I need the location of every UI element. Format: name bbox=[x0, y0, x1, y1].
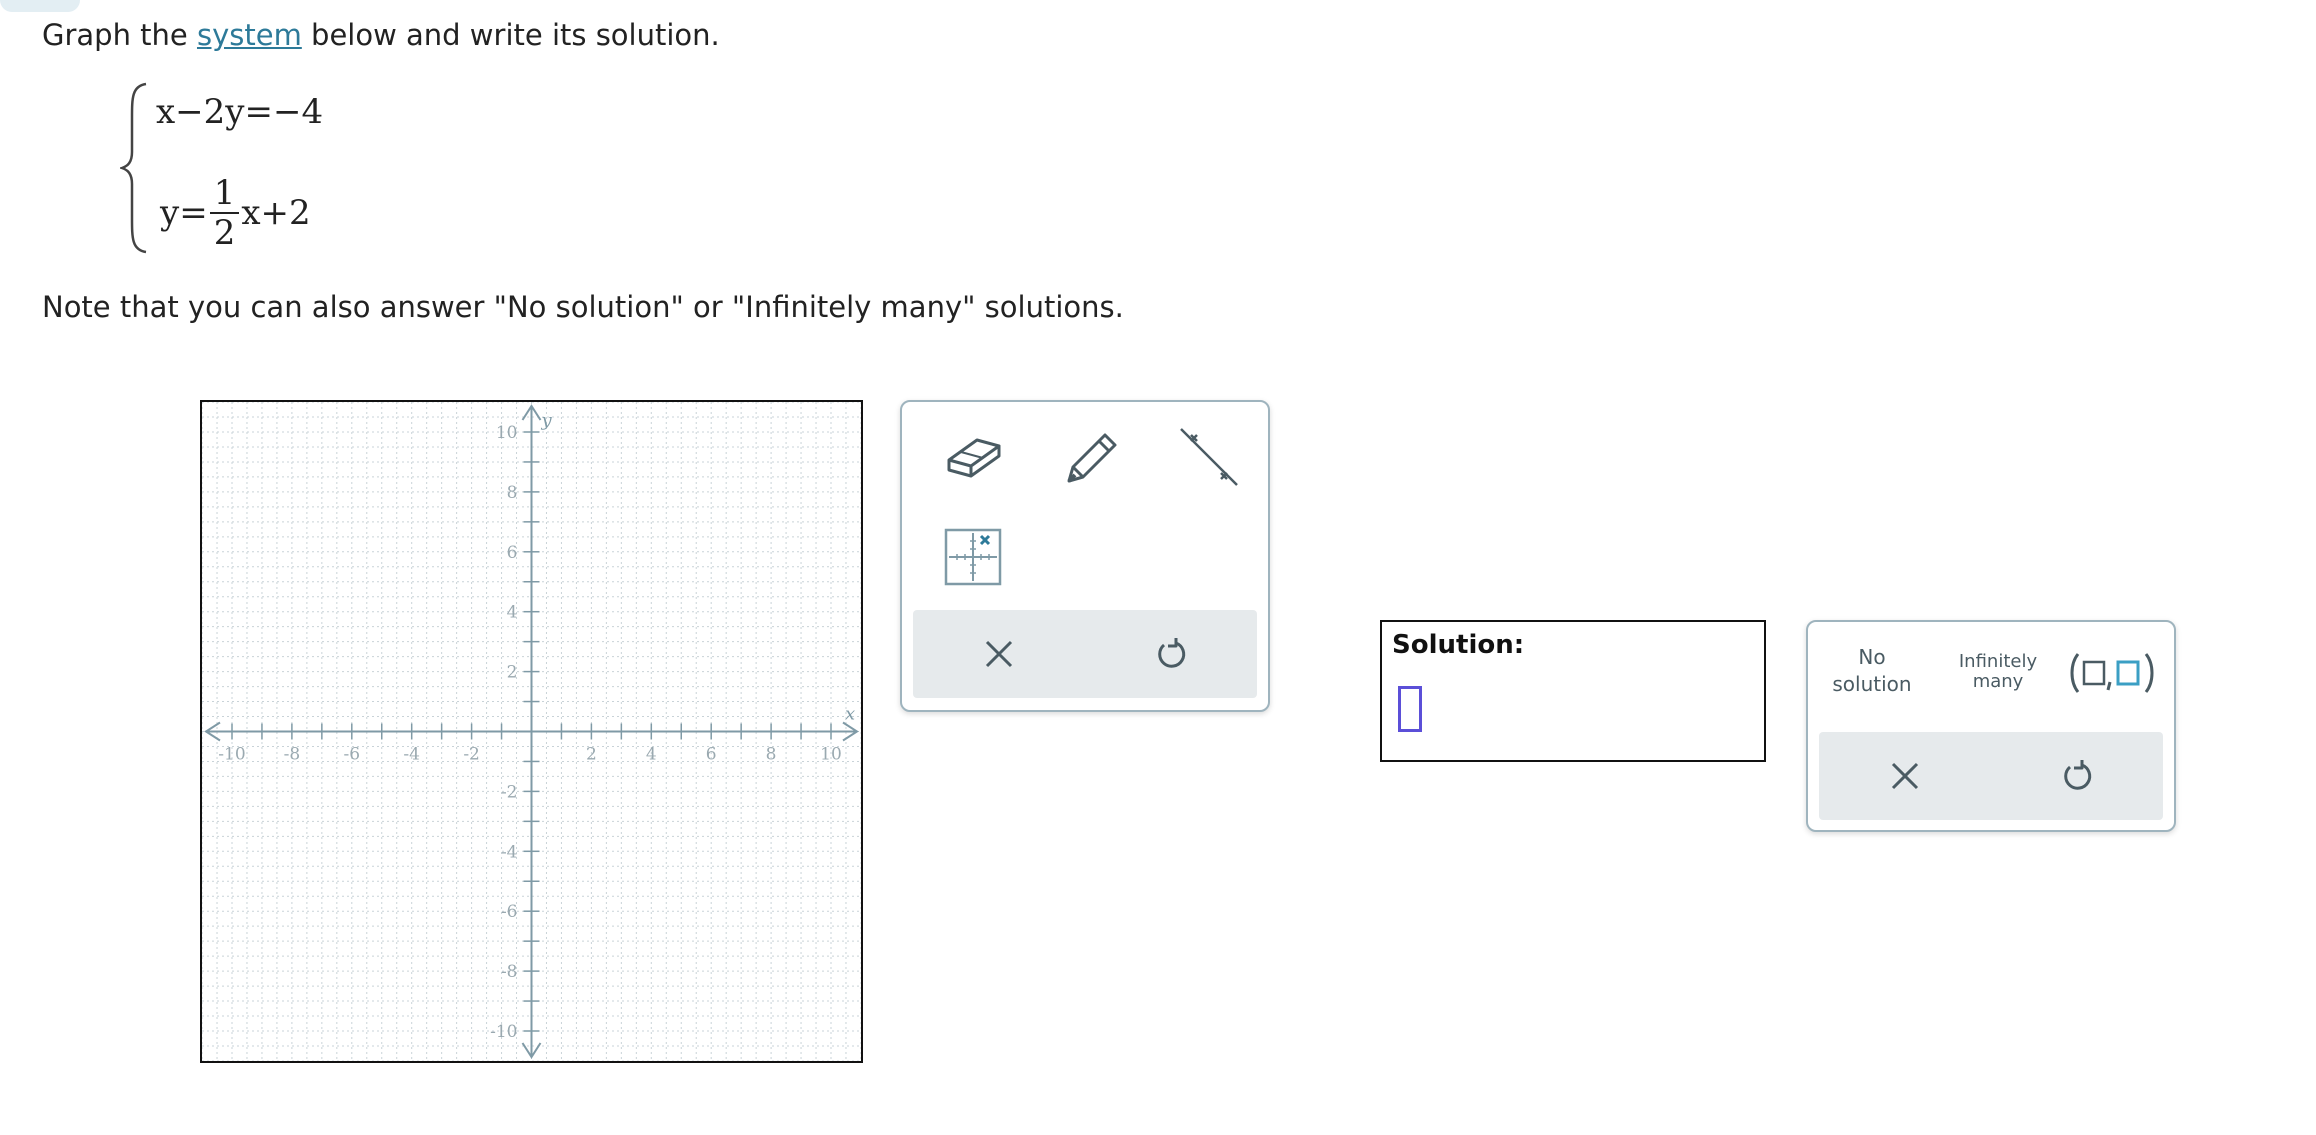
eraser-tool[interactable] bbox=[938, 422, 1008, 492]
y-tick-label: 8 bbox=[507, 483, 518, 503]
x-tick-label: 8 bbox=[766, 745, 777, 765]
answer-input-slot[interactable] bbox=[1398, 686, 1422, 732]
close-icon bbox=[985, 640, 1013, 668]
equation-system: x−2y=−4 y= 1 2 x+2 bbox=[120, 78, 420, 258]
undo-icon bbox=[1158, 638, 1186, 668]
pencil-icon bbox=[1067, 433, 1117, 483]
pencil-tool[interactable] bbox=[1056, 422, 1126, 492]
x-tick-label: 6 bbox=[706, 745, 717, 765]
y-tick-label: 6 bbox=[507, 543, 518, 563]
y-tick-label: -6 bbox=[501, 902, 518, 922]
y-axis-label: y bbox=[541, 410, 553, 431]
infinitely-many-line-1: Infinitely bbox=[1958, 651, 2038, 672]
answer-undo-button[interactable] bbox=[2047, 746, 2107, 806]
eraser-icon bbox=[947, 438, 1001, 478]
equation-2-fraction: 12 bbox=[209, 174, 240, 253]
infinitely-many-button[interactable]: Infinitely many bbox=[1938, 652, 2058, 692]
point-grid-icon bbox=[944, 528, 1002, 586]
equation-1: x−2y=−4 bbox=[156, 92, 324, 132]
answer-action-bar bbox=[1819, 732, 2163, 820]
solution-box: Solution: bbox=[1380, 620, 1766, 762]
ordered-pair-icon bbox=[2070, 653, 2154, 693]
x-tick-label: -8 bbox=[284, 745, 301, 765]
y-tick-label: 2 bbox=[507, 663, 518, 683]
system-brace bbox=[120, 82, 147, 254]
x-tick-label: 10 bbox=[820, 745, 842, 765]
y-tick-label: -4 bbox=[501, 842, 518, 862]
no-solution-line-2: solution bbox=[1832, 672, 1912, 696]
system-link[interactable]: system bbox=[197, 18, 302, 52]
equation-2-lhs: y= bbox=[160, 193, 208, 233]
coordinate-plane[interactable]: -10 -8 -6 -4 -2 2 4 6 8 10 10 8 6 4 2 -2 -4 -6 -8 -10 x y bbox=[202, 402, 861, 1061]
no-solution-line-1: No bbox=[1858, 645, 1886, 669]
undo-icon bbox=[2064, 760, 2092, 790]
infinitely-many-line-2: many bbox=[1972, 671, 2024, 692]
ordered-pair-button[interactable] bbox=[2064, 648, 2164, 698]
y-tick-label: 4 bbox=[507, 603, 518, 623]
close-icon bbox=[1891, 762, 1919, 790]
no-solution-button[interactable]: No solution bbox=[1822, 644, 1922, 698]
line-tool-icon bbox=[1180, 428, 1238, 486]
line-tool[interactable] bbox=[1174, 422, 1244, 492]
x-tick-label: 2 bbox=[586, 745, 597, 765]
prompt-before-link: Graph the bbox=[42, 18, 197, 52]
y-tick-label: 10 bbox=[496, 423, 518, 443]
answer-clear-button[interactable] bbox=[1875, 746, 1935, 806]
tool-action-bar bbox=[913, 610, 1257, 698]
x-tick-label: -4 bbox=[403, 745, 420, 765]
undo-button[interactable] bbox=[1141, 624, 1201, 684]
clear-button[interactable] bbox=[969, 624, 1029, 684]
x-tick-label: -10 bbox=[218, 745, 245, 765]
note-text: Note that you can also answer "No soluti… bbox=[42, 290, 1124, 324]
prompt-text: Graph the system below and write its sol… bbox=[42, 18, 720, 52]
x-tick-label: -2 bbox=[463, 745, 480, 765]
graph-tool-panel bbox=[900, 400, 1270, 712]
y-tick-label: -10 bbox=[490, 1022, 517, 1042]
point-grid-tool[interactable] bbox=[938, 522, 1008, 592]
x-tick-label: 4 bbox=[646, 745, 657, 765]
solution-label: Solution: bbox=[1392, 630, 1525, 660]
graph-canvas[interactable]: -10 -8 -6 -4 -2 2 4 6 8 10 10 8 6 4 2 -2 -4 -6 -8 -10 x y bbox=[200, 400, 863, 1063]
fraction-numerator: 1 bbox=[209, 174, 240, 214]
x-tick-label: -6 bbox=[344, 745, 361, 765]
y-tick-label: -8 bbox=[501, 962, 518, 982]
equation-2-rhs: x+2 bbox=[241, 193, 311, 233]
y-tick-label: -2 bbox=[501, 782, 518, 802]
answer-options-panel: No solution Infinitely many bbox=[1806, 620, 2176, 832]
prompt-after-link: below and write its solution. bbox=[301, 18, 720, 52]
top-tab-nub bbox=[0, 0, 80, 12]
x-axis-label: x bbox=[845, 704, 855, 725]
fraction-denominator: 2 bbox=[213, 213, 236, 253]
equation-2: y= 1 2 x+2 bbox=[160, 174, 311, 254]
